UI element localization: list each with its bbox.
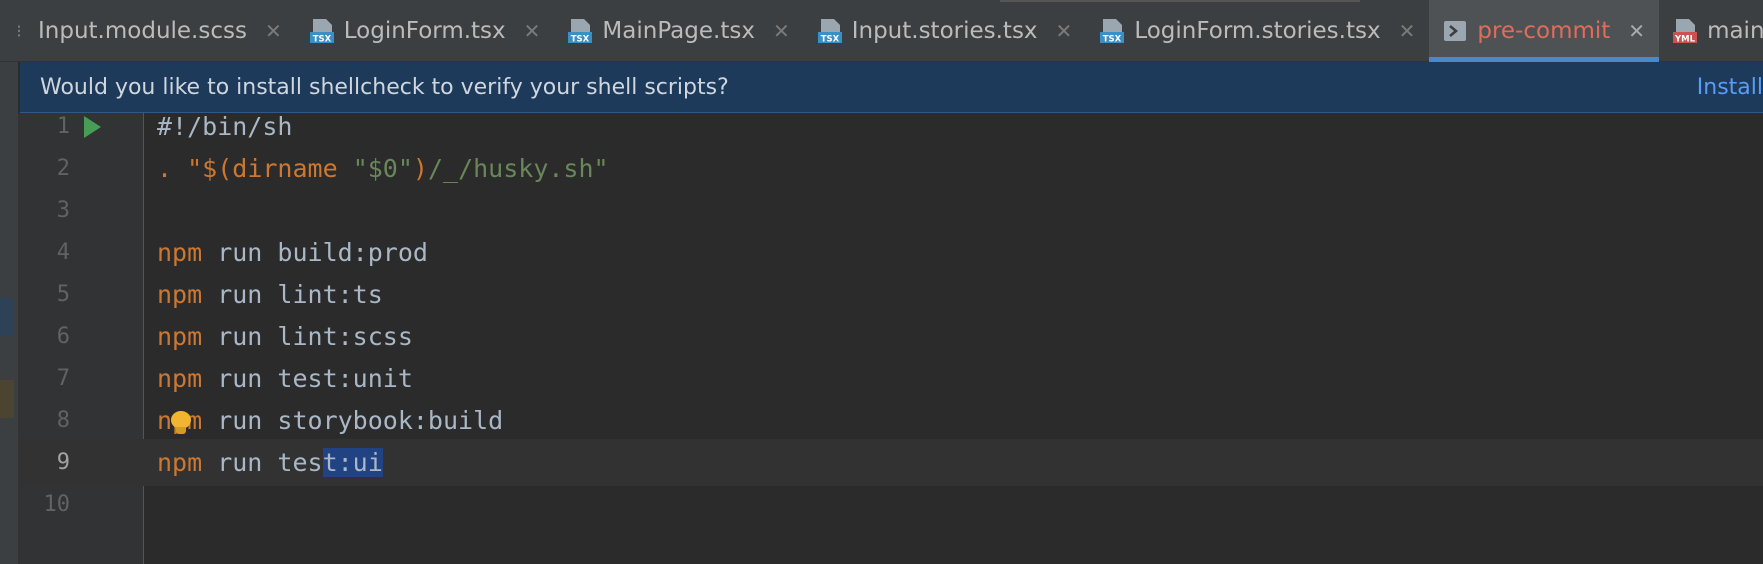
tab-pre-commit[interactable]: pre-commit ✕ [1429,0,1660,62]
code-text: npm run lint:scss [157,322,413,351]
tab-input-stories-tsx[interactable]: TSX Input.stories.tsx ✕ [804,0,1087,62]
tab-main-yml[interactable]: YML main.yml [1659,0,1763,62]
tab-label: LoginForm.stories.tsx [1134,18,1381,44]
line-number: 1 [56,114,70,139]
code-text: . "$(dirname "$0")/_/husky.sh" [157,154,609,183]
svg-text:TSX: TSX [312,35,331,45]
line-number: 3 [56,198,70,223]
line-number: 6 [56,324,70,349]
code-line[interactable]: 2 . "$(dirname "$0")/_/husky.sh" [18,145,1763,192]
editor-tab-bar: ⁝ Input.module.scss ✕ TSX LoginForm.tsx … [0,0,1763,62]
code-text: npm run storybook:build [157,406,504,435]
line-number: 4 [56,240,70,265]
code-line[interactable]: 5 npm run lint:ts [18,271,1763,318]
tab-input-module-scss[interactable]: ⁝ Input.module.scss ✕ [0,0,296,62]
close-icon[interactable]: ✕ [1056,19,1073,43]
strip-marker [0,298,14,336]
tab-overflow-icon: ⁝ [16,20,22,42]
lightbulb-icon[interactable] [171,411,191,434]
tsx-file-icon: TSX [566,17,594,45]
svg-text:TSX: TSX [1103,35,1122,45]
code-line[interactable]: 1 #!/bin/sh [18,103,1763,150]
tab-label: Input.module.scss [38,18,247,44]
code-text: npm run test:ui [157,448,383,477]
code-line[interactable]: 10 [18,481,1763,528]
close-icon[interactable]: ✕ [1399,19,1416,43]
tab-mainpage-tsx[interactable]: TSX MainPage.tsx ✕ [554,0,803,62]
tsx-file-icon: TSX [308,17,336,45]
tab-loginform-stories-tsx[interactable]: TSX LoginForm.stories.tsx ✕ [1086,0,1429,62]
close-icon[interactable]: ✕ [524,19,541,43]
code-line[interactable]: 8 npm run storybook:build [18,397,1763,444]
code-text: npm run test:unit [157,364,413,393]
line-number: 8 [56,408,70,433]
code-text: #!/bin/sh [157,112,293,141]
run-gutter-icon[interactable] [84,115,101,138]
tab-label: LoginForm.tsx [343,18,506,44]
svg-text:TSX: TSX [571,35,590,45]
tab-label: MainPage.tsx [602,18,755,44]
line-number: 5 [56,282,70,307]
tab-label: Input.stories.tsx [851,18,1038,44]
yml-file-icon: YML [1671,17,1699,45]
svg-text:TSX: TSX [820,35,839,45]
strip-marker [0,380,14,418]
ide-window: ⁝ Input.module.scss ✕ TSX LoginForm.tsx … [0,0,1763,564]
close-icon[interactable]: ✕ [773,19,790,43]
code-line-current[interactable]: 9 npm run test:ui [18,439,1763,486]
left-tool-strip [0,62,18,564]
code-line[interactable]: 6 npm run lint:scss [18,313,1763,360]
tab-label: main.yml [1707,18,1763,44]
code-text: npm run build:prod [157,238,428,267]
banner-message: Would you like to install shellcheck to … [40,74,729,100]
shell-file-icon [1441,17,1469,45]
tsx-file-icon: TSX [816,17,844,45]
code-text: npm run lint:ts [157,280,383,309]
code-line[interactable]: 4 npm run build:prod [18,229,1763,276]
close-icon[interactable]: ✕ [1628,19,1645,43]
code-line[interactable]: 3 [18,187,1763,234]
svg-text:YML: YML [1674,35,1696,45]
line-number: 2 [56,156,70,181]
line-number: 9 [56,450,70,475]
close-icon[interactable]: ✕ [265,19,282,43]
install-link[interactable]: Install [1697,75,1763,100]
line-number: 10 [43,492,71,517]
line-number: 7 [56,366,70,391]
tsx-file-icon: TSX [1098,17,1126,45]
tab-label: pre-commit [1477,18,1611,44]
code-line[interactable]: 7 npm run test:unit [18,355,1763,402]
lightbulb-base [176,427,186,434]
tab-loginform-tsx[interactable]: TSX LoginForm.tsx ✕ [296,0,555,62]
